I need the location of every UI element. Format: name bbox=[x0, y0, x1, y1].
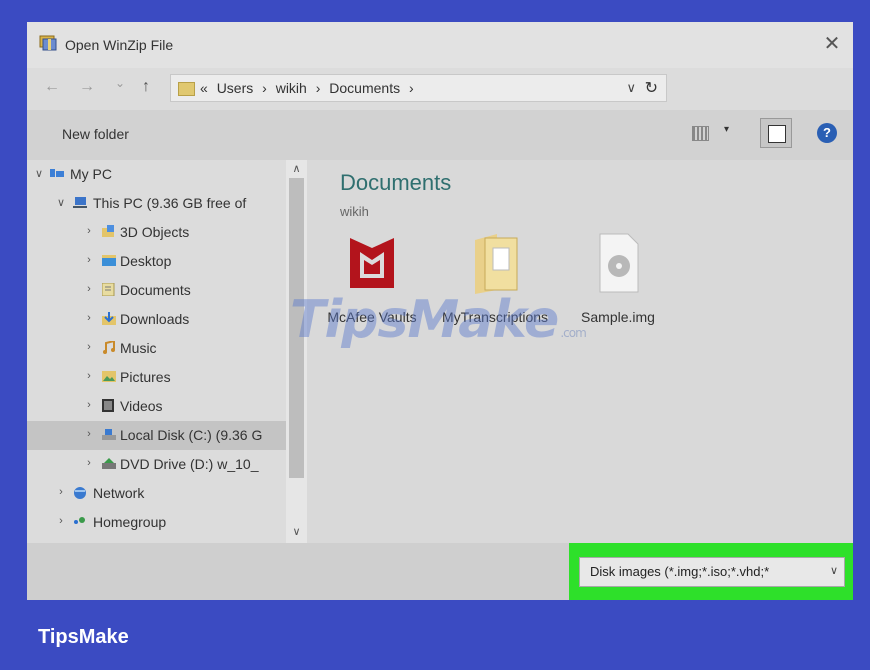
expand-chevron-icon[interactable]: › bbox=[83, 457, 95, 469]
network-icon bbox=[74, 487, 86, 499]
sidebar-item-dvd-drive[interactable]: › DVD Drive (D:) w_10_ bbox=[27, 450, 287, 479]
watermark-suffix: .com bbox=[560, 326, 586, 340]
folder-title: Documents bbox=[340, 170, 452, 195]
expand-chevron-icon[interactable]: › bbox=[83, 225, 95, 237]
sidebar-item-desktop[interactable]: › Desktop bbox=[27, 247, 287, 276]
close-button[interactable]: ✕ bbox=[815, 30, 849, 58]
desktop-icon bbox=[102, 255, 116, 266]
expand-chevron-icon[interactable]: › bbox=[83, 399, 95, 411]
tipsmake-watermark: TipsMake .com bbox=[290, 290, 587, 350]
title-bar: Open WinZip File ✕ bbox=[27, 22, 853, 68]
dvd-icon bbox=[102, 458, 116, 469]
homegroup-icon bbox=[74, 517, 85, 524]
toolbar: New folder ▾ ? bbox=[27, 110, 853, 160]
sidebar-item-label: This PC (9.36 GB free of bbox=[93, 195, 247, 211]
pictures-icon bbox=[102, 371, 116, 382]
sidebar-item-label: My PC bbox=[70, 166, 112, 182]
preview-pane-icon bbox=[768, 125, 786, 143]
expand-chevron-icon[interactable]: ∨ bbox=[55, 196, 67, 209]
change-view-icon[interactable] bbox=[692, 126, 709, 141]
mcafee-icon bbox=[350, 238, 394, 288]
filter-highlight: Disk images (*.img;*.iso;*.vhd;* ∨ bbox=[569, 543, 853, 600]
sidebar-item-documents[interactable]: › Documents bbox=[27, 276, 287, 305]
recent-locations-button[interactable]: ⌄ bbox=[115, 76, 125, 90]
sidebar-scrollbar[interactable]: ∧ ∨ bbox=[286, 160, 307, 543]
sidebar-item-3d-objects[interactable]: › 3D Objects bbox=[27, 218, 287, 247]
breadcrumb-documents[interactable]: Documents bbox=[329, 80, 400, 96]
sidebar-item-downloads[interactable]: › Downloads bbox=[27, 305, 287, 334]
expand-chevron-icon[interactable]: › bbox=[55, 486, 67, 498]
view-dropdown-button[interactable]: ▾ bbox=[724, 124, 729, 135]
3d-objects-icon bbox=[102, 225, 114, 237]
up-button[interactable]: ↑ bbox=[142, 78, 150, 96]
dialog-footer: Disk images (*.img;*.iso;*.vhd;* ∨ bbox=[27, 543, 853, 600]
sidebar-item-label: Local Disk (C:) (9.36 G bbox=[120, 427, 263, 443]
breadcrumb: « Users › wikih › Documents › bbox=[200, 80, 419, 96]
expand-chevron-icon[interactable]: › bbox=[55, 515, 67, 527]
sidebar-item-label: Pictures bbox=[120, 369, 171, 385]
disk-icon bbox=[102, 429, 116, 440]
refresh-button[interactable]: ↻ bbox=[645, 78, 658, 98]
breadcrumb-separator[interactable]: › bbox=[409, 80, 414, 96]
scroll-down-button[interactable]: ∨ bbox=[286, 523, 307, 541]
sidebar-item-this-pc[interactable]: ∨ This PC (9.36 GB free of bbox=[27, 189, 287, 218]
expand-chevron-icon[interactable]: ∨ bbox=[33, 167, 45, 180]
expand-chevron-icon[interactable]: › bbox=[83, 341, 95, 353]
sidebar-item-label: DVD Drive (D:) w_10_ bbox=[120, 456, 259, 472]
music-icon bbox=[103, 341, 115, 354]
navigation-pane: ∨ My PC ∨ This PC (9.36 GB free of › 3D … bbox=[27, 160, 307, 543]
sidebar-item-my-pc[interactable]: ∨ My PC bbox=[27, 160, 287, 189]
pc-icon bbox=[50, 169, 64, 177]
documents-icon bbox=[102, 283, 115, 296]
sidebar-item-label: Network bbox=[93, 485, 145, 501]
breadcrumb-overflow[interactable]: « bbox=[200, 80, 208, 96]
expand-chevron-icon[interactable]: › bbox=[83, 312, 95, 324]
breadcrumb-users[interactable]: Users bbox=[217, 80, 254, 96]
expand-chevron-icon[interactable]: › bbox=[83, 254, 95, 266]
sidebar-item-videos[interactable]: › Videos bbox=[27, 392, 287, 421]
folder-icon bbox=[475, 234, 518, 294]
disc-image-icon bbox=[599, 233, 639, 293]
breadcrumb-separator[interactable]: › bbox=[316, 80, 321, 96]
folder-icon bbox=[178, 82, 195, 96]
sidebar-item-label: Desktop bbox=[120, 253, 172, 269]
file-list: Documents wikih McAfee Vaults MyTranscri… bbox=[307, 160, 853, 543]
folder-subtitle: wikih bbox=[340, 204, 369, 219]
back-button[interactable]: ← bbox=[44, 78, 60, 96]
address-bar[interactable]: « Users › wikih › Documents › ∨ ↻ bbox=[170, 74, 667, 102]
sidebar-item-local-disk[interactable]: › Local Disk (C:) (9.36 G bbox=[27, 421, 286, 450]
breadcrumb-wikih[interactable]: wikih bbox=[276, 80, 307, 96]
help-button[interactable]: ? bbox=[817, 123, 837, 143]
sidebar-item-homegroup[interactable]: › Homegroup bbox=[27, 508, 287, 537]
brand-logo: TipsMake bbox=[38, 626, 129, 648]
watermark-text: TipsMake bbox=[290, 290, 559, 350]
sidebar-item-label: Downloads bbox=[120, 311, 190, 327]
sidebar-item-label: Documents bbox=[120, 282, 191, 298]
sidebar-item-label: Music bbox=[120, 340, 157, 356]
breadcrumb-separator[interactable]: › bbox=[262, 80, 267, 96]
scroll-up-button[interactable]: ∧ bbox=[286, 160, 307, 178]
new-folder-button[interactable]: New folder bbox=[62, 126, 129, 142]
preview-pane-button[interactable] bbox=[760, 118, 792, 148]
file-type-filter-label: Disk images (*.img;*.iso;*.vhd;* bbox=[590, 564, 770, 579]
sidebar-item-pictures[interactable]: › Pictures bbox=[27, 363, 287, 392]
sidebar-item-label: Homegroup bbox=[93, 514, 167, 530]
winzip-icon bbox=[39, 35, 57, 51]
window-title: Open WinZip File bbox=[65, 37, 174, 53]
chevron-down-icon: ∨ bbox=[829, 565, 838, 577]
sidebar-item-label: Videos bbox=[120, 398, 163, 414]
videos-icon bbox=[102, 399, 114, 412]
computer-icon bbox=[73, 197, 87, 208]
sidebar-item-label: 3D Objects bbox=[120, 224, 190, 240]
downloads-icon bbox=[102, 312, 116, 325]
file-type-filter-dropdown[interactable]: Disk images (*.img;*.iso;*.vhd;* ∨ bbox=[579, 557, 845, 587]
expand-chevron-icon[interactable]: › bbox=[83, 370, 95, 382]
sidebar-item-music[interactable]: › Music bbox=[27, 334, 287, 363]
address-dropdown-button[interactable]: ∨ bbox=[626, 80, 636, 96]
expand-chevron-icon[interactable]: › bbox=[83, 283, 95, 295]
forward-button[interactable]: → bbox=[79, 78, 95, 96]
expand-chevron-icon[interactable]: › bbox=[83, 428, 95, 440]
sidebar-item-network[interactable]: › Network bbox=[27, 479, 287, 508]
navigation-bar: ← → ⌄ ↑ « Users › wikih › Documents › ∨ … bbox=[27, 68, 853, 110]
